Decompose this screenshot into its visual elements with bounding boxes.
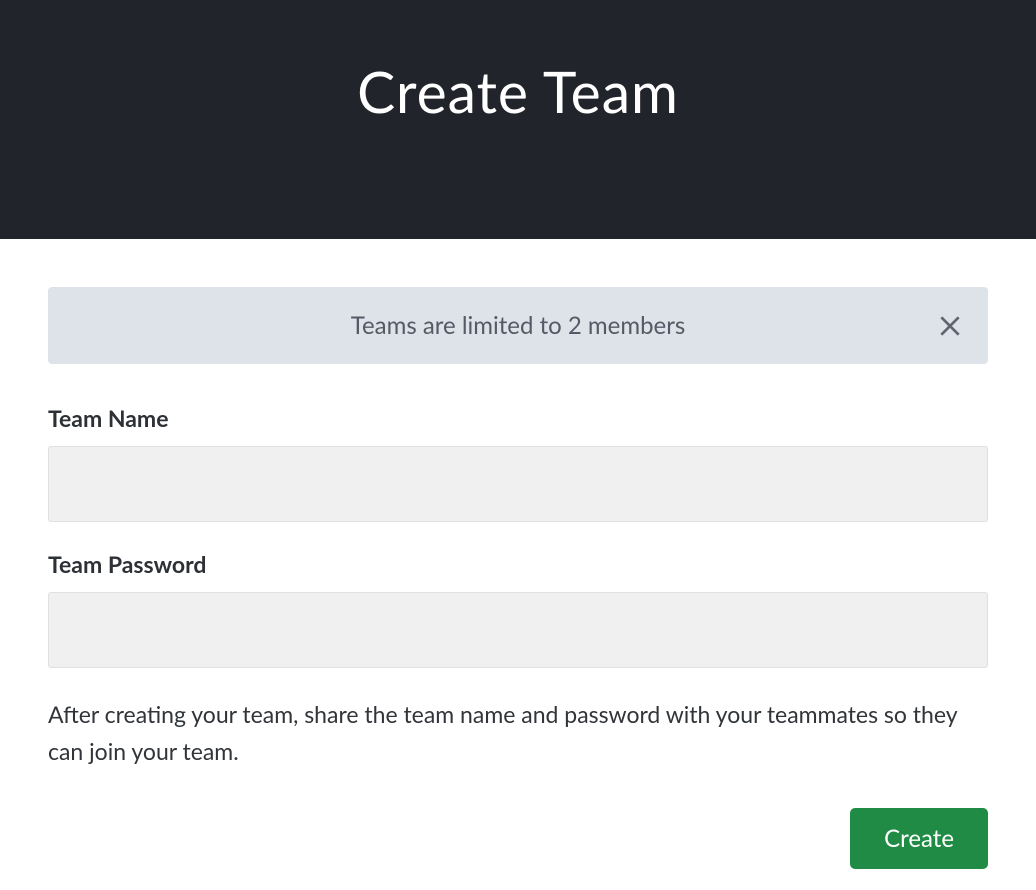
page-title: Create Team (357, 58, 679, 126)
form-actions: Create (48, 808, 988, 869)
team-name-input[interactable] (48, 446, 988, 522)
team-password-group: Team Password (48, 550, 988, 668)
alert-message: Teams are limited to 2 members (351, 311, 686, 340)
info-alert: Teams are limited to 2 members (48, 287, 988, 364)
help-text: After creating your team, share the team… (48, 696, 988, 770)
form-container: Teams are limited to 2 members Team Name… (0, 239, 1036, 869)
team-password-label: Team Password (48, 550, 988, 578)
team-name-group: Team Name (48, 404, 988, 522)
close-icon (937, 313, 963, 339)
team-name-label: Team Name (48, 404, 988, 432)
team-password-input[interactable] (48, 592, 988, 668)
create-button[interactable]: Create (850, 808, 988, 869)
alert-close-button[interactable] (932, 308, 968, 344)
page-header: Create Team (0, 0, 1036, 239)
